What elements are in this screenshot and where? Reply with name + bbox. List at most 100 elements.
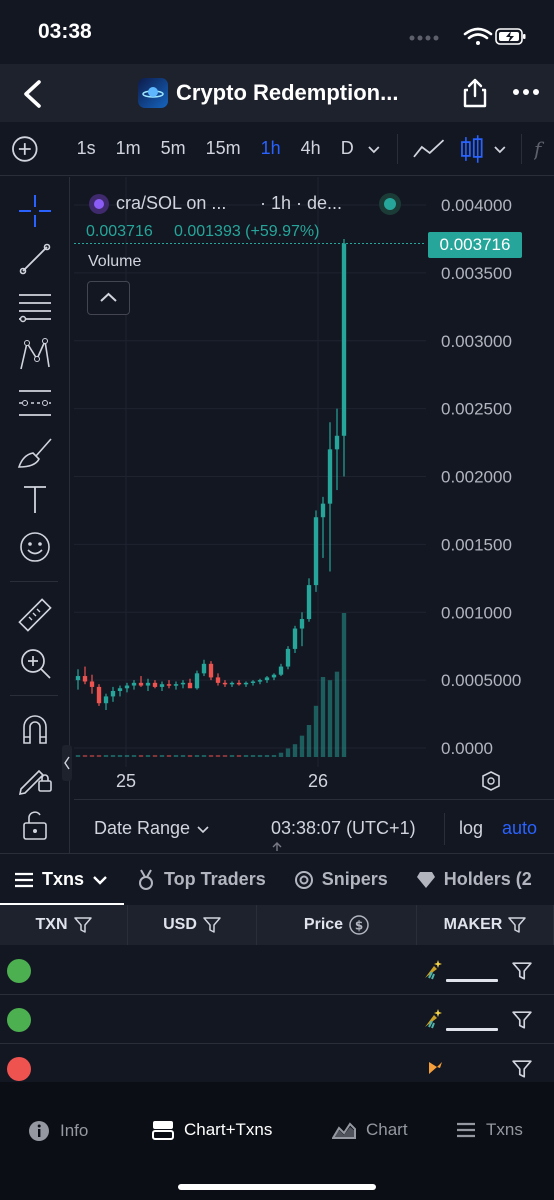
- candle: [103, 696, 109, 704]
- more-icon[interactable]: [512, 82, 540, 102]
- token-logo-icon: [138, 78, 168, 108]
- ruler-icon[interactable]: [15, 595, 55, 635]
- filter-icon[interactable]: [508, 916, 527, 934]
- date-range-button[interactable]: Date Range: [94, 818, 210, 839]
- timeframe-1h[interactable]: 1h: [261, 138, 281, 159]
- tab-snipers[interactable]: Snipers: [294, 869, 388, 890]
- volume-bar: [278, 752, 284, 757]
- fib-retracement-icon[interactable]: [15, 287, 55, 327]
- status-time: 03:38: [38, 20, 92, 43]
- column-header-usd[interactable]: USD: [128, 905, 257, 945]
- brush-icon[interactable]: [15, 431, 55, 471]
- filter-icon[interactable]: [512, 961, 532, 981]
- candle: [299, 619, 305, 629]
- fx-icon[interactable]: f: [534, 136, 554, 162]
- candle: [285, 648, 291, 667]
- current-price-tag: 0.003716: [428, 232, 522, 258]
- timeframe-1m[interactable]: 1m: [116, 138, 141, 159]
- candle: [320, 503, 326, 518]
- volume-bar: [215, 755, 221, 757]
- volume-bar: [103, 755, 109, 757]
- candle: [257, 680, 263, 682]
- crosshair-icon[interactable]: [15, 191, 55, 231]
- line-chart-icon[interactable]: [412, 137, 445, 161]
- column-header-label: USD: [163, 916, 197, 933]
- candle: [145, 682, 151, 686]
- currency-toggle-icon[interactable]: $: [349, 915, 369, 935]
- chart-symbol[interactable]: cra/SOL on ...: [116, 193, 226, 214]
- wifi-icon: [463, 27, 493, 45]
- chart-footer-divider: [74, 799, 554, 800]
- tab-top-traders[interactable]: Top Traders: [136, 869, 266, 891]
- tab-label: Snipers: [321, 869, 388, 889]
- tab-txns[interactable]: Txns: [14, 869, 108, 890]
- column-header-txn[interactable]: TXN: [0, 905, 128, 945]
- text-icon[interactable]: [15, 479, 55, 519]
- prediction-icon[interactable]: [15, 383, 55, 423]
- maker-sell-icon: [426, 1058, 444, 1081]
- add-indicator-icon[interactable]: [11, 135, 39, 163]
- x-tick-label: 25: [116, 771, 136, 791]
- nav-chart[interactable]: Chart: [332, 1120, 408, 1140]
- candle: [117, 688, 123, 691]
- candle: [110, 690, 116, 697]
- magnet-icon[interactable]: [15, 709, 55, 749]
- share-icon[interactable]: [459, 76, 491, 110]
- candle: [152, 682, 158, 687]
- y-tick-label: 0.0000: [441, 739, 493, 758]
- market-status-icon: [379, 193, 401, 215]
- timeframe-4h[interactable]: 4h: [301, 138, 321, 159]
- candle: [124, 685, 130, 689]
- volume-bar: [257, 755, 263, 757]
- volume-bar: [138, 755, 144, 757]
- candle: [236, 682, 242, 685]
- price-chart[interactable]: 0.004000 0.003500 0.003000 0.002500 0.002000…: [74, 177, 554, 868]
- candles-icon[interactable]: [460, 134, 484, 164]
- volume-bar: [306, 725, 312, 757]
- nav-info[interactable]: Info: [28, 1120, 88, 1142]
- log-toggle[interactable]: log: [459, 818, 483, 839]
- volume-bar: [89, 755, 95, 757]
- volume-bar: [131, 755, 137, 757]
- pattern-icon[interactable]: [15, 335, 55, 375]
- tab-holders[interactable]: Holders (2: [416, 869, 532, 890]
- nav-txns[interactable]: Txns: [456, 1120, 523, 1140]
- nav-chart-txns[interactable]: Chart+Txns: [152, 1120, 272, 1140]
- tool-separator: [10, 581, 58, 582]
- chevron-down-icon[interactable]: [366, 141, 382, 157]
- chart-canvas[interactable]: 0.004000 0.003500 0.003000 0.002500 0.002000…: [74, 177, 554, 853]
- back-icon[interactable]: [14, 74, 54, 114]
- filter-icon[interactable]: [512, 1010, 532, 1030]
- emoji-icon[interactable]: [15, 527, 55, 567]
- unlock-icon[interactable]: [15, 805, 55, 845]
- candle: [327, 449, 333, 504]
- timeframe-d[interactable]: D: [341, 138, 354, 159]
- candle: [313, 517, 319, 586]
- zoom-in-icon[interactable]: [15, 643, 55, 683]
- timeframe-5m[interactable]: 5m: [161, 138, 186, 159]
- timeframe-1s[interactable]: 1s: [77, 138, 96, 159]
- auto-toggle[interactable]: auto: [502, 818, 537, 839]
- svg-text:$: $: [355, 919, 363, 933]
- chart-clock[interactable]: 03:38:07 (UTC+1): [271, 818, 416, 839]
- trend-line-icon[interactable]: [15, 239, 55, 279]
- filter-icon[interactable]: [203, 916, 221, 934]
- lock-drawings-icon[interactable]: [15, 757, 55, 797]
- filter-icon[interactable]: [512, 1059, 532, 1079]
- collapse-toolbar-handle[interactable]: [62, 745, 72, 781]
- chart-settings-icon[interactable]: [482, 771, 500, 791]
- medal-icon: [136, 869, 156, 891]
- candle: [292, 628, 298, 649]
- token-logo-icon: [89, 194, 109, 214]
- collapse-legend-button[interactable]: [87, 281, 130, 315]
- volume-bar: [180, 755, 186, 757]
- table-row[interactable]: [0, 946, 554, 995]
- filter-icon[interactable]: [73, 916, 92, 934]
- chart-interval[interactable]: · 1h · de...: [260, 193, 342, 214]
- chevron-down-icon[interactable]: [492, 141, 508, 157]
- volume-bar: [124, 755, 130, 757]
- column-header-price[interactable]: Price $: [257, 905, 417, 945]
- timeframe-15m[interactable]: 15m: [206, 138, 241, 159]
- table-row[interactable]: [0, 995, 554, 1044]
- column-header-maker[interactable]: MAKER: [417, 905, 554, 945]
